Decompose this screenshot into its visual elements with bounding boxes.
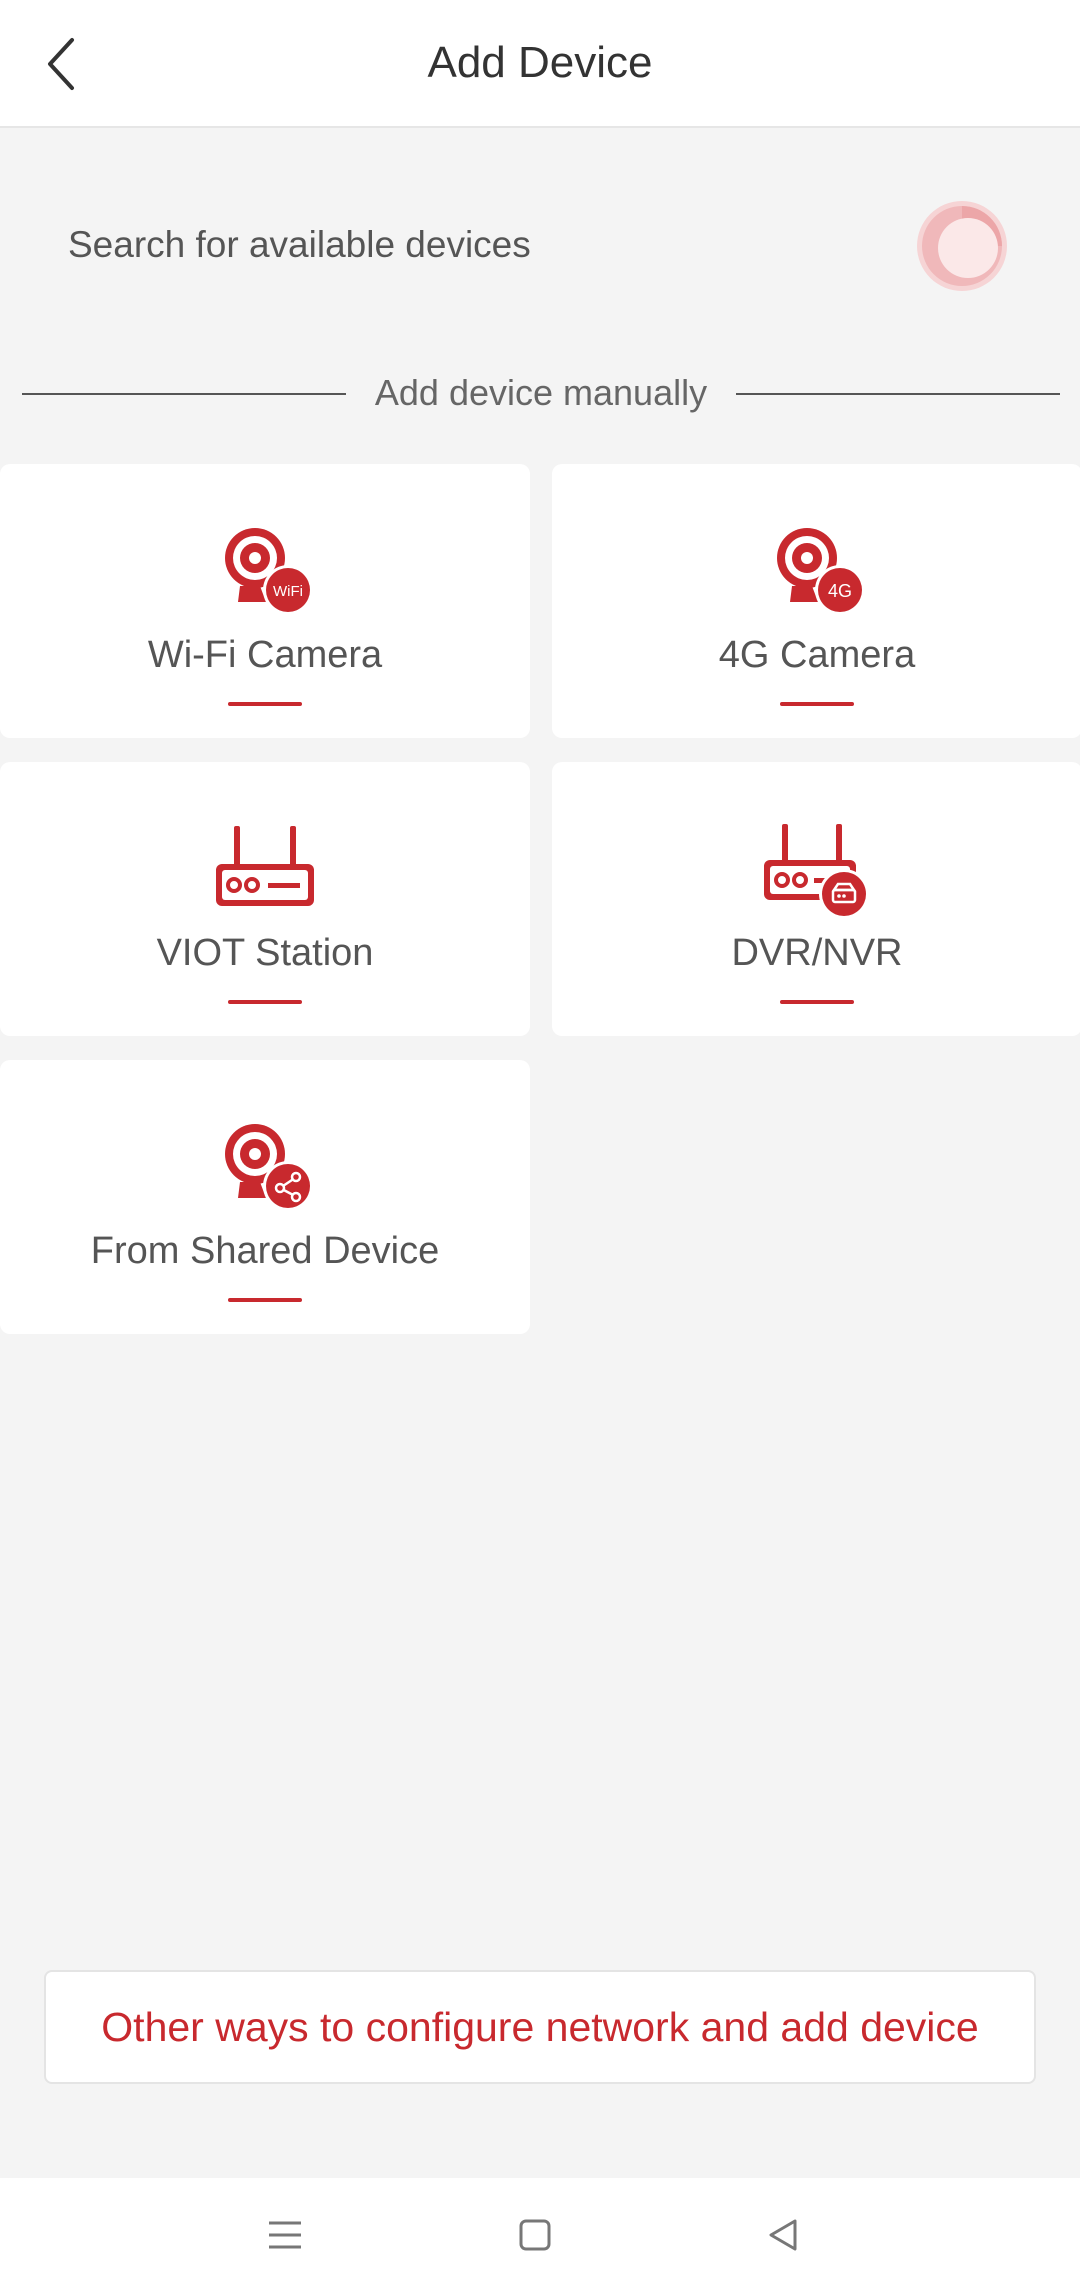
device-card-viot-station[interactable]: VIOT Station: [0, 762, 530, 1036]
4g-camera-icon: 4G: [777, 528, 865, 615]
device-card-shared-device[interactable]: From Shared Device: [0, 1060, 530, 1334]
manual-divider: Add device manually: [0, 360, 1080, 430]
wifi-camera-icon: WiFi: [225, 528, 313, 615]
back-triangle-icon: [769, 2219, 797, 2251]
device-label: From Shared Device: [90, 1230, 440, 1272]
accent-underline: [228, 702, 302, 706]
accent-underline: [780, 1000, 854, 1004]
nav-back-button[interactable]: [748, 2200, 818, 2270]
page-title: Add Device: [427, 38, 653, 87]
divider-line: [22, 393, 346, 395]
device-label: 4G Camera: [718, 634, 916, 676]
router-station-icon: [216, 826, 314, 906]
accent-underline: [228, 1000, 302, 1004]
accent-underline: [780, 702, 854, 706]
wifi-badge-text: WiFi: [273, 583, 303, 600]
dvr-nvr-icon: [764, 824, 869, 919]
home-square-icon: [519, 2219, 551, 2251]
device-card-wifi-camera[interactable]: WiFi Wi-Fi Camera: [0, 464, 530, 738]
shared-camera-icon: [225, 1124, 313, 1211]
radar-scan-icon: [917, 201, 1007, 291]
4g-badge-text: 4G: [828, 581, 852, 601]
device-card-4g-camera[interactable]: 4G 4G Camera: [552, 464, 1080, 738]
divider-line: [736, 393, 1060, 395]
manual-section-label: Add device manually: [374, 372, 708, 413]
device-card-dvr-nvr[interactable]: DVR/NVR: [552, 762, 1080, 1036]
nav-menu-button[interactable]: [250, 2200, 320, 2270]
search-devices-row[interactable]: Search for available devices: [0, 128, 1080, 372]
header-bar: Add Device: [0, 0, 1080, 128]
accent-underline: [228, 1298, 302, 1302]
device-label: Wi-Fi Camera: [147, 634, 383, 676]
menu-icon: [269, 2221, 301, 2249]
device-label: DVR/NVR: [731, 932, 903, 974]
nav-home-button[interactable]: [500, 2200, 570, 2270]
system-navigation-bar: [0, 2178, 1080, 2292]
device-label: VIOT Station: [156, 932, 374, 974]
other-ways-button[interactable]: Other ways to configure network and add …: [44, 1970, 1036, 2084]
search-devices-label: Search for available devices: [68, 224, 531, 265]
